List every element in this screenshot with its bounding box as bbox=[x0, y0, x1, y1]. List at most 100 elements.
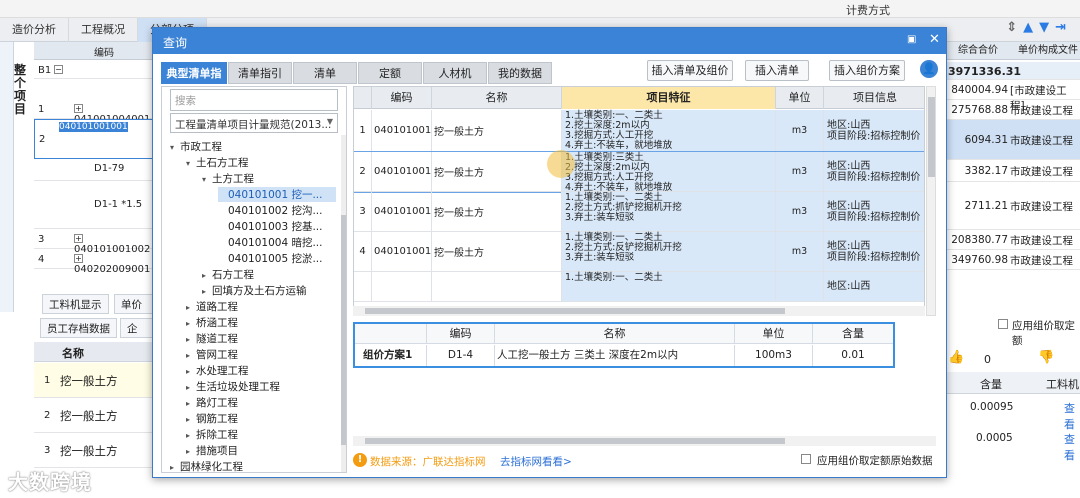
list-item[interactable]: 2 挖一般土方 bbox=[34, 398, 154, 433]
table-row[interactable]: D1-79 bbox=[34, 159, 154, 181]
table-row[interactable]: 1 +041001004001 bbox=[34, 99, 154, 125]
insert-list-button[interactable]: 插入清单 bbox=[745, 60, 809, 81]
cell-num: 1 bbox=[354, 110, 372, 151]
table-row[interactable]: 4 +040202009001 bbox=[34, 249, 154, 275]
expand-toggle-icon[interactable]: ▸ bbox=[186, 431, 196, 440]
user-icon[interactable]: 👤 bbox=[920, 60, 938, 78]
expand-toggle-icon[interactable]: ▸ bbox=[186, 351, 196, 360]
collapse-icon[interactable]: − bbox=[54, 65, 63, 74]
expand-toggle-icon[interactable]: ▸ bbox=[186, 319, 196, 328]
tab-cost-analysis[interactable]: 造价分析 bbox=[0, 17, 69, 42]
results-vscroll[interactable] bbox=[926, 86, 936, 316]
tree-node[interactable]: 040101001 挖一... bbox=[218, 187, 336, 202]
arrow-up-icon[interactable]: ▲ bbox=[1023, 20, 1033, 35]
search-input[interactable]: 搜索 bbox=[170, 89, 338, 111]
cell-features: 1.土壤类别:一、二类土 2.挖土方式:抓铲挖掘机开挖 3.弃土:装车短驳 bbox=[562, 192, 776, 231]
tree-node[interactable]: ▾ 市政工程 bbox=[170, 139, 222, 154]
apply-quota-checkbox[interactable] bbox=[998, 319, 1008, 329]
expand-toggle-icon[interactable]: ▾ bbox=[202, 175, 212, 184]
tree-node[interactable]: ▸ 拆除工程 bbox=[186, 427, 238, 442]
expand-toggle-icon[interactable]: ▸ bbox=[186, 415, 196, 424]
close-icon[interactable]: ✕ bbox=[929, 32, 940, 47]
spec-select[interactable]: 工程量清单项目计量规范(2013... ▼ bbox=[170, 113, 338, 133]
apply-original-data-checkbox[interactable] bbox=[801, 454, 811, 464]
list-item[interactable]: 3 挖一般土方 bbox=[34, 433, 154, 468]
arrow-last-icon[interactable]: ⇥ bbox=[1055, 20, 1066, 35]
price-plan-table: 编码 名称 单位 含量 组价方案1 D1-4 人工挖一般土方 三类土 深度在2m… bbox=[353, 322, 895, 368]
expand-toggle-icon[interactable]: ▸ bbox=[186, 383, 196, 392]
view-link[interactable]: 查看 bbox=[1064, 431, 1080, 463]
view-link[interactable]: 查看 bbox=[1064, 400, 1080, 432]
expand-toggle-icon[interactable]: ▸ bbox=[202, 271, 212, 280]
table-row[interactable]: 2 040101001 挖一般土方 1.土壤类别:三类土 2.挖土深度:2m以内 3.挖掘… bbox=[354, 151, 924, 193]
dialog-title-bar[interactable]: 查询 ▣ ✕ bbox=[153, 28, 946, 54]
expand-toggle-icon[interactable]: ▸ bbox=[186, 367, 196, 376]
insert-list-and-price-button[interactable]: 插入清单及组价 bbox=[647, 60, 733, 81]
tree-node[interactable]: ▸ 生活垃圾处理工程 bbox=[186, 379, 280, 394]
table-row-selected[interactable]: 2 040101001001 bbox=[34, 119, 154, 159]
tree-node[interactable]: ▸ 桥涵工程 bbox=[186, 315, 238, 330]
tree-node[interactable]: ▸ 钢筋工程 bbox=[186, 411, 238, 426]
expand-icon[interactable]: + bbox=[74, 234, 83, 243]
insert-price-plan-button[interactable]: 插入组价方案 bbox=[829, 60, 905, 81]
results-hscroll[interactable] bbox=[353, 306, 925, 316]
tab-staff-data[interactable]: 员工存档数据 bbox=[40, 318, 117, 338]
tab-list-guide[interactable]: 清单指引 bbox=[228, 62, 292, 84]
collapse-icon[interactable]: ⇕ bbox=[1006, 20, 1017, 35]
tab-enterprise-data[interactable]: 企业数据 bbox=[120, 318, 154, 395]
expand-icon[interactable]: + bbox=[74, 104, 83, 113]
tree-node[interactable]: ▸ 措施项目 bbox=[186, 443, 238, 458]
tab-list[interactable]: 清单 bbox=[293, 62, 357, 84]
tree-node[interactable]: ▸ 隧道工程 bbox=[186, 331, 238, 346]
tree-node[interactable]: ▸ 水处理工程 bbox=[186, 363, 249, 378]
cell-code: 040101001 bbox=[372, 192, 432, 231]
tab-labor-material[interactable]: 工料机显示 bbox=[42, 294, 109, 314]
tree-node[interactable]: 040101003 挖基... bbox=[218, 219, 322, 234]
tree-node[interactable]: ▸ 石方工程 bbox=[202, 267, 254, 282]
tree-node[interactable]: ▸ 路灯工程 bbox=[186, 395, 238, 410]
table-row[interactable]: 1 040101001 挖一般土方 1.土壤类别:一、二类土 2.挖土深度:2m以内 3.… bbox=[354, 110, 924, 152]
expand-toggle-icon[interactable]: ▸ bbox=[186, 399, 196, 408]
tree-node[interactable]: ▸ 回填方及土石方运输 bbox=[202, 283, 307, 298]
table-row[interactable]: 3 040101001 挖一般土方 1.土壤类别:一、二类土 2.挖土方式:抓铲挖掘机开… bbox=[354, 192, 924, 232]
thumb-up-icon[interactable]: 👍 bbox=[948, 350, 964, 365]
tab-quota[interactable]: 定额 bbox=[358, 62, 422, 84]
expand-icon[interactable]: + bbox=[74, 254, 83, 263]
table-row[interactable]: 3 +040101001002 bbox=[34, 229, 154, 255]
table-row[interactable]: B1 − bbox=[34, 61, 154, 79]
plan-hscroll[interactable] bbox=[353, 436, 936, 446]
tree-node[interactable]: ▾ 土方工程 bbox=[202, 171, 254, 186]
expand-toggle-icon[interactable]: ▸ bbox=[186, 303, 196, 312]
arrow-down-icon[interactable]: ▼ bbox=[1039, 20, 1049, 35]
tree-scrollbar[interactable] bbox=[341, 135, 346, 472]
list-item[interactable]: 1 挖一般土方 bbox=[34, 363, 154, 398]
tree-node[interactable]: ▸ 园林绿化工程 bbox=[170, 459, 243, 472]
tree-node[interactable]: 040101002 挖沟... bbox=[218, 203, 322, 218]
tab-overview[interactable]: 工程概况 bbox=[69, 17, 138, 42]
table-row[interactable]: D1-1 *1.5 bbox=[34, 181, 154, 229]
expand-toggle-icon[interactable]: ▾ bbox=[170, 143, 180, 152]
cell-name: 挖一般土方 bbox=[432, 152, 562, 191]
expand-toggle-icon[interactable]: ▾ bbox=[186, 159, 196, 168]
table-row[interactable]: 1.土壤类别:一、二类土 地区:山西 bbox=[354, 272, 924, 302]
plan-name: 人工挖一般土方 三类土 深度在2m以内 bbox=[495, 345, 735, 366]
expand-toggle-icon[interactable]: ▸ bbox=[186, 447, 196, 456]
index-site-link[interactable]: 去指标网看看> bbox=[500, 454, 572, 469]
tree-node[interactable]: ▸ 管网工程 bbox=[186, 347, 238, 362]
tree-node[interactable]: ▾ 土石方工程 bbox=[186, 155, 249, 170]
plan-label[interactable]: 组价方案1 bbox=[355, 345, 427, 366]
thumb-down-icon[interactable]: 👎 bbox=[1038, 350, 1054, 365]
tab-my-data[interactable]: 我的数据 bbox=[488, 62, 552, 84]
cell-name: 挖一般土方 bbox=[432, 232, 562, 271]
tab-typical-guide[interactable]: 典型清单指引 bbox=[161, 62, 227, 102]
table-row[interactable]: 4 040101001 挖一般土方 1.土壤类别:一、二类土 2.挖土方式:反铲挖掘机开… bbox=[354, 232, 924, 272]
tree-node[interactable]: 040101004 暗挖... bbox=[218, 235, 322, 250]
expand-toggle-icon[interactable]: ▸ bbox=[170, 463, 180, 472]
tab-unit-price[interactable]: 单价构成 bbox=[114, 294, 154, 331]
expand-toggle-icon[interactable]: ▸ bbox=[186, 335, 196, 344]
maximize-icon[interactable]: ▣ bbox=[907, 34, 916, 45]
tree-node[interactable]: 040101005 挖淤... bbox=[218, 251, 322, 266]
expand-toggle-icon[interactable]: ▸ bbox=[202, 287, 212, 296]
tree-node[interactable]: ▸ 道路工程 bbox=[186, 299, 238, 314]
tab-materials[interactable]: 人材机 bbox=[423, 62, 487, 84]
